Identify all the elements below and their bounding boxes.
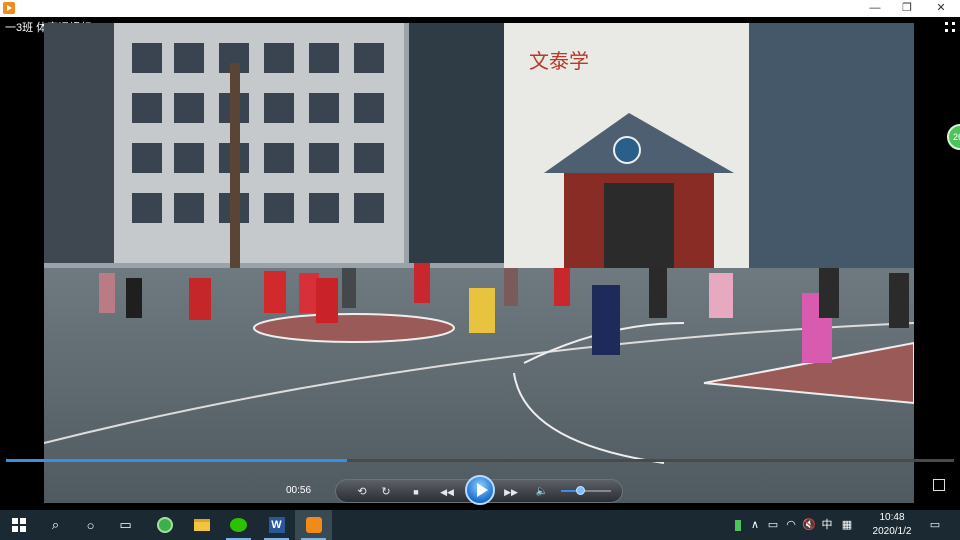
side-badge[interactable]: 26	[947, 124, 960, 150]
search-button[interactable]: ⌕	[37, 510, 74, 540]
video-player-icon	[3, 2, 15, 14]
building-sign: 文泰学	[529, 49, 589, 73]
minimize-button[interactable]: —	[858, 0, 892, 17]
clock-date[interactable]: 2020/1/2	[862, 526, 922, 537]
mini-mode-icon[interactable]	[933, 479, 945, 491]
volume-slider[interactable]	[561, 486, 611, 495]
battery-status-icon[interactable]: ▭	[766, 510, 780, 540]
taskbar-app-video-player[interactable]	[295, 510, 332, 540]
previous-button[interactable]: ◀◀	[434, 484, 460, 500]
notification-icon[interactable]: ▭	[926, 510, 944, 540]
next-button[interactable]: ▶▶	[498, 484, 524, 500]
task-view-button[interactable]: ▭	[107, 510, 144, 540]
search-icon: ⌕	[51, 517, 60, 532]
school-emblem	[613, 136, 641, 164]
seek-bar[interactable]	[6, 459, 954, 462]
file-explorer-icon	[193, 519, 210, 531]
video-frame[interactable]: 文泰学	[44, 23, 914, 503]
taskbar-app-word[interactable]: W	[258, 510, 295, 540]
play-button[interactable]	[465, 475, 495, 505]
fullscreen-icon[interactable]	[944, 21, 956, 33]
start-button[interactable]	[0, 510, 37, 540]
left-building	[44, 23, 114, 263]
taskbar-app-explorer[interactable]	[183, 510, 220, 540]
refresh-icon[interactable]: ↻	[378, 484, 394, 500]
speaker-muted-icon[interactable]: 🔇	[802, 510, 816, 540]
cortana-button[interactable]: ○	[72, 510, 109, 540]
taskbar: ⌕ ○ ▭ W ∧ ▭ ◠ 🔇 中 ▦ 10:48 2020/1/2 ▭	[0, 510, 960, 540]
browser-icon	[156, 517, 173, 533]
battery-icon[interactable]	[732, 510, 744, 540]
window-title-bar: — ❐ ✕	[0, 0, 960, 17]
task-view-icon: ▭	[119, 517, 132, 532]
repeat-icon[interactable]: ⟲	[354, 484, 370, 500]
tree-trunk	[230, 63, 240, 273]
right-glass-building	[749, 23, 914, 268]
video-player-icon	[305, 517, 322, 533]
cortana-icon: ○	[86, 517, 95, 533]
video-player[interactable]: 一3班 体育课视频 文泰学	[0, 17, 960, 509]
word-icon: W	[268, 517, 285, 533]
seek-bar-fill	[6, 459, 348, 462]
video-scene: 文泰学	[44, 23, 914, 503]
elapsed-time: 00:56	[286, 485, 312, 496]
close-button[interactable]: ✕	[924, 0, 958, 17]
clock-time[interactable]: 10:48	[862, 512, 922, 523]
wifi-icon[interactable]: ◠	[784, 510, 798, 540]
taskbar-app-browser[interactable]	[146, 510, 183, 540]
keyboard-grid-icon[interactable]: ▦	[840, 510, 854, 540]
chevron-up-icon[interactable]: ∧	[748, 510, 762, 540]
ime-indicator[interactable]: 中	[820, 510, 834, 540]
maximize-button[interactable]: ❐	[890, 0, 924, 17]
stop-button[interactable]: ■	[408, 484, 424, 500]
volume-slider-thumb[interactable]	[576, 486, 585, 495]
wechat-icon	[230, 518, 247, 532]
volume-icon[interactable]: 🔈	[534, 484, 550, 500]
taskbar-app-wechat[interactable]	[220, 510, 257, 540]
glass-facade	[409, 23, 504, 263]
windows-logo-icon	[11, 518, 26, 532]
